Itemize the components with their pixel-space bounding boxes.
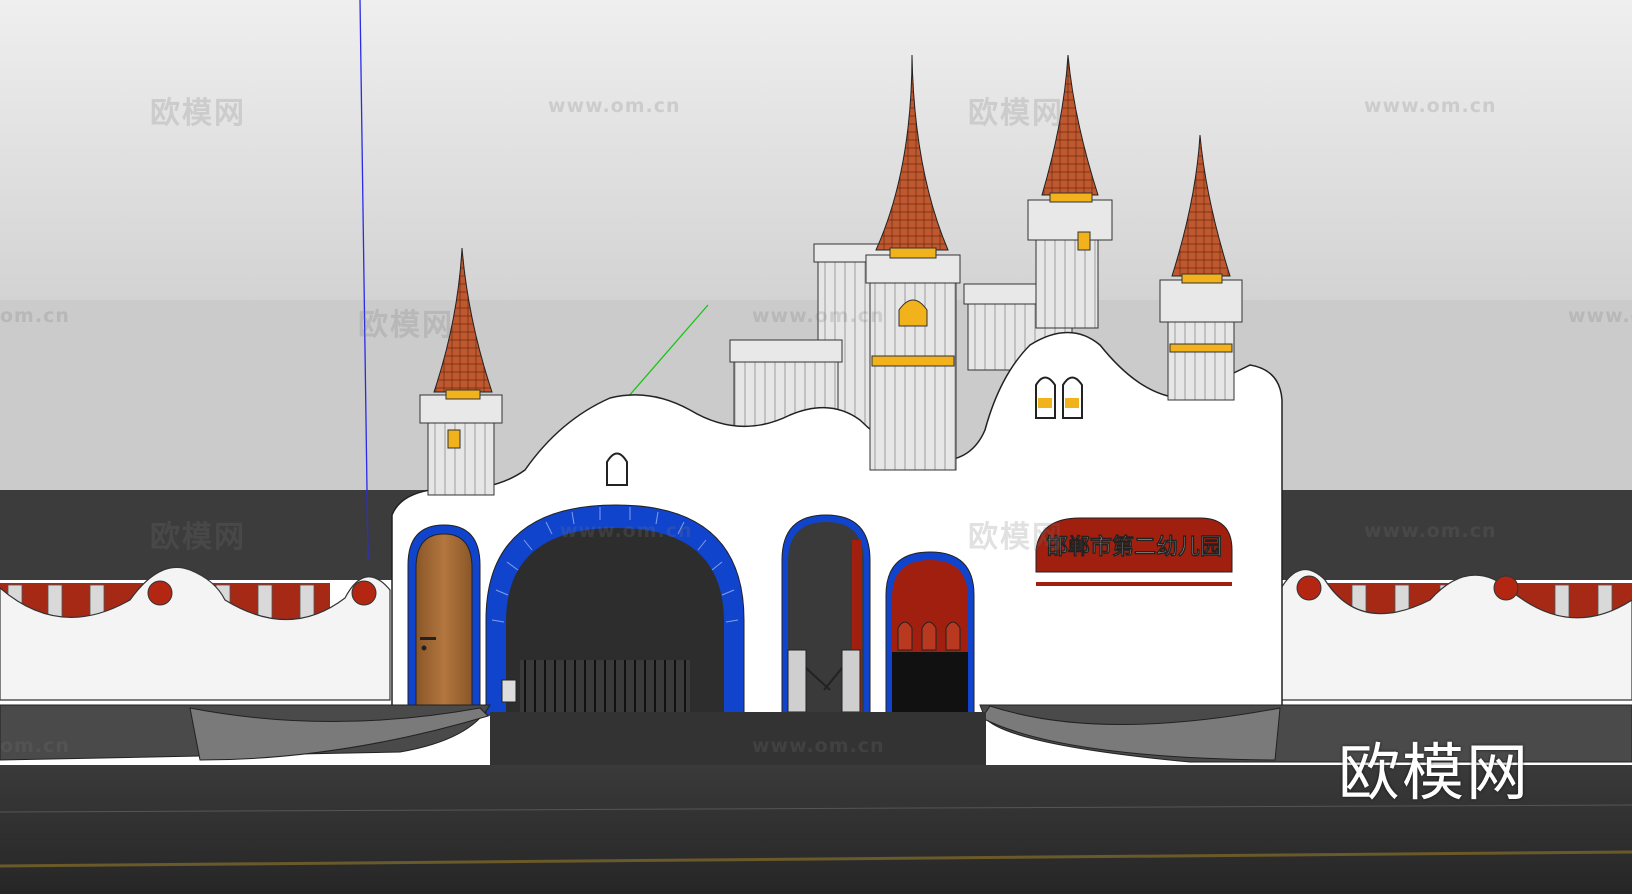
pedestrian-archway[interactable] bbox=[781, 514, 871, 716]
watermark-url-4: www.om.cn bbox=[1568, 305, 1632, 327]
school-sign-text: 邯郸市第二幼儿园 bbox=[1046, 534, 1222, 560]
fence-left-medallion-2 bbox=[351, 580, 377, 606]
watermark-logo-5: 欧模网 bbox=[968, 520, 1064, 555]
side-door[interactable] bbox=[407, 524, 481, 716]
watermark-url-1: www.om.cn bbox=[548, 95, 681, 117]
sketchup-viewport-window: 邯郸市第二幼儿园 欧模网 www.om.cn 欧模网 www.om.cn om.… bbox=[0, 0, 1632, 894]
watermark-logo-2: 欧模网 bbox=[968, 96, 1064, 131]
fence-right-medallion-2 bbox=[1493, 575, 1519, 601]
watermark-logo-4: 欧模网 bbox=[150, 520, 246, 555]
window-arch-right-1 bbox=[1035, 376, 1056, 419]
watermark-url-6: www.om.cn bbox=[1364, 520, 1497, 542]
fence-left-medallion-1 bbox=[147, 580, 173, 606]
watermark-url-partial-2: om.cn bbox=[0, 735, 70, 757]
red-arch-door[interactable] bbox=[885, 551, 975, 716]
driveway bbox=[490, 712, 986, 767]
watermark-url-partial-1: om.cn bbox=[0, 305, 70, 327]
window-arch-left bbox=[606, 452, 628, 486]
watermark-url-7: www.om.cn bbox=[752, 735, 885, 757]
window-arch-right-2 bbox=[1062, 376, 1083, 419]
watermark-url-5: www.om.cn bbox=[560, 520, 693, 542]
brand-logo: 欧模网 bbox=[1338, 736, 1531, 809]
retractable-gate[interactable] bbox=[520, 660, 690, 712]
watermark-url-3: www.om.cn bbox=[752, 305, 885, 327]
watermark-logo-1: 欧模网 bbox=[150, 96, 246, 131]
fence-right-medallion-1 bbox=[1296, 575, 1322, 601]
watermark-logo-3: 欧模网 bbox=[358, 308, 454, 343]
watermark-url-2: www.om.cn bbox=[1364, 95, 1497, 117]
